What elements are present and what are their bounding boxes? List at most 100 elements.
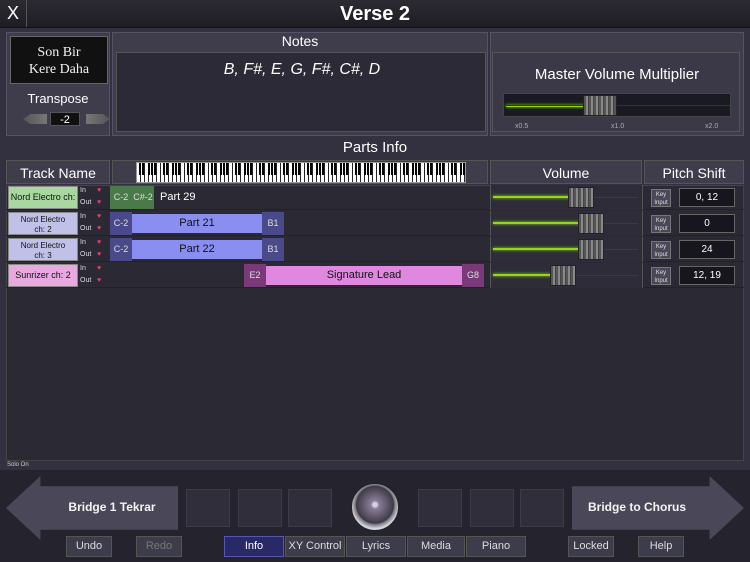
part-range[interactable]: E2 Signature Lead G8 [110, 264, 486, 287]
notes-text: B, F#, E, G, F#, C#, D [223, 61, 381, 78]
volume-slider[interactable] [490, 185, 642, 210]
scene-slot[interactable] [470, 489, 514, 527]
high-note-tag: B1 [262, 212, 284, 235]
parts-info-header: Parts Info [342, 139, 408, 156]
tab-media[interactable]: Media [407, 536, 465, 557]
pitch-shift-cell: Key Input 0, 12 [642, 185, 744, 210]
solo-on-label: Solo On [7, 462, 29, 468]
close-button[interactable]: X [0, 0, 27, 27]
track-cell: Nord Electro ch: 2 In ♥ Out ♥ [8, 212, 108, 235]
volume-slider[interactable] [490, 237, 642, 262]
key-input-button[interactable]: Key Input [651, 267, 671, 285]
pitch-shift-value[interactable]: 12, 19 [679, 266, 735, 285]
master-tick-mid: x1.0 [611, 123, 625, 130]
volume-slider[interactable] [490, 211, 642, 236]
locked-button[interactable]: Locked [568, 536, 614, 557]
track-cell: Nord Electro ch: 16In ♥ Out ♥ [8, 186, 108, 223]
midi-in-label: In [80, 187, 86, 194]
high-note-tag: C#-2 [132, 186, 154, 209]
pitch-shift-cell: Key Input 0 [642, 211, 744, 236]
pitch-shift-column-header: Pitch Shift [644, 160, 744, 184]
midi-in-heart-icon: ♥ [97, 265, 102, 272]
volume-thumb[interactable] [568, 187, 594, 208]
track-name-column-header: Track Name [6, 160, 110, 184]
midi-out-label: Out [80, 225, 92, 232]
midi-out-heart-icon: ♥ [97, 277, 102, 284]
scene-slot[interactable] [520, 489, 564, 527]
master-volume-slider[interactable] [503, 93, 731, 117]
midi-out-heart-icon: ♥ [97, 199, 102, 206]
piano-keyboard[interactable] [136, 162, 466, 183]
midi-out-label: Out [80, 277, 92, 284]
track-name-line1: Sunrizer ch: 2 [15, 270, 71, 280]
midi-in-heart-icon: ♥ [97, 213, 102, 220]
pitch-shift-value[interactable]: 0, 12 [679, 188, 735, 207]
volume-column-header: Volume [490, 160, 642, 184]
track-name-button[interactable]: Nord Electro ch: 3 [8, 238, 78, 261]
undo-button[interactable]: Undo [66, 536, 112, 557]
page-title: Verse 2 [339, 3, 411, 25]
next-section-label: Bridge to Chorus [588, 500, 686, 514]
part-bar[interactable]: Signature Lead [266, 266, 462, 285]
track-cell: Sunrizer ch: 2 In ♥ Out ♥ [8, 264, 108, 287]
part-range[interactable]: C-2 Part 21 B1 [110, 212, 486, 235]
pitch-shift-value[interactable]: 0 [679, 214, 735, 233]
low-note-tag: E2 [244, 264, 266, 287]
transpose-label: Transpose [27, 91, 89, 106]
notes-box: B, F#, E, G, F#, C#, D [116, 52, 486, 132]
scene-slot[interactable] [238, 489, 282, 527]
scene-slot[interactable] [288, 489, 332, 527]
record-button[interactable] [351, 483, 399, 531]
redo-button[interactable]: Redo [136, 536, 182, 557]
low-note-tag: C-2 [110, 238, 132, 261]
part-range[interactable]: C-2 C#-2 Part 29 [110, 186, 486, 209]
scene-slot[interactable] [186, 489, 230, 527]
low-note-tag: C-2 [110, 186, 132, 209]
tab-info[interactable]: Info [224, 536, 284, 557]
previous-section-label: Bridge 1 Tekrar [68, 500, 156, 514]
track-name-button[interactable]: Nord Electro ch: 16 [8, 186, 78, 223]
volume-fill [493, 222, 580, 224]
midi-out-heart-icon: ♥ [97, 251, 102, 258]
track-name-line2: ch: 3 [34, 251, 52, 260]
midi-in-heart-icon: ♥ [97, 239, 102, 246]
tab-xy-control[interactable]: XY Control [285, 536, 345, 557]
song-name-line2: Kere Daha [28, 62, 90, 77]
part-range[interactable]: C-2 Part 22 B1 [110, 238, 486, 261]
midi-out-heart-icon: ♥ [97, 225, 102, 232]
part-bar[interactable]: Part 21 [132, 214, 262, 233]
tab-piano[interactable]: Piano [466, 536, 526, 557]
key-input-button[interactable]: Key Input [651, 215, 671, 233]
track-name-button[interactable]: Nord Electro ch: 2 [8, 212, 78, 235]
key-input-button[interactable]: Key Input [651, 241, 671, 259]
volume-fill [493, 274, 552, 276]
midi-in-heart-icon: ♥ [97, 187, 102, 194]
midi-out-label: Out [80, 199, 92, 206]
volume-thumb[interactable] [550, 265, 576, 286]
part-bar[interactable]: Part 22 [132, 240, 262, 259]
track-name-button[interactable]: Sunrizer ch: 2 [8, 264, 78, 287]
help-button[interactable]: Help [638, 536, 684, 557]
scene-slot[interactable] [418, 489, 462, 527]
key-input-button[interactable]: Key Input [651, 189, 671, 207]
master-volume-thumb[interactable] [583, 95, 617, 116]
volume-slider[interactable] [490, 263, 642, 288]
volume-thumb[interactable] [578, 213, 604, 234]
high-note-tag: G8 [462, 264, 484, 287]
pitch-shift-value[interactable]: 24 [679, 240, 735, 259]
volume-thumb[interactable] [578, 239, 604, 260]
title-bar: Verse 2 X [0, 0, 750, 28]
part-row: Nord Electro ch: 3 In ♥ Out ♥ C-2 Part 22 B1 Key … [6, 237, 744, 262]
song-name-line1: Son Bir [37, 45, 81, 60]
track-name-line2: ch: 2 [34, 225, 52, 234]
tab-lyrics[interactable]: Lyrics [346, 536, 406, 557]
track-name-line1: Nord Electro [20, 215, 66, 224]
transpose-control: Transpose -2 [8, 87, 110, 133]
volume-fill [493, 248, 580, 250]
transpose-up-arrow-icon[interactable] [86, 114, 110, 124]
part-label: Part 29 [160, 191, 196, 203]
app-root: Verse 2 X Son Bir Kere Daha Transpose -2… [0, 0, 750, 562]
transpose-down-arrow-icon[interactable] [23, 114, 47, 124]
pitch-shift-cell: Key Input 12, 19 [642, 263, 744, 288]
transpose-value: -2 [50, 112, 80, 126]
